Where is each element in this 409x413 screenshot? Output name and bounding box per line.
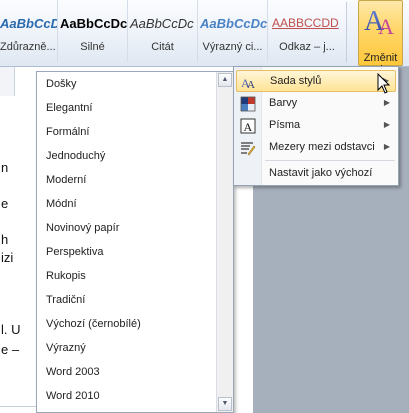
svg-text:A: A <box>244 120 253 134</box>
style-sample: AaBbCcDc <box>130 16 194 31</box>
style-set-icon: A A <box>241 76 255 90</box>
list-item[interactable]: Word 2010 <box>46 384 141 408</box>
list-item[interactable]: Výchozí (černobílé) <box>46 312 141 336</box>
list-item[interactable]: Tradiční <box>46 288 141 312</box>
list-item[interactable]: Došky <box>46 72 141 96</box>
style-sample: AaBbCcDc <box>200 16 268 31</box>
style-tile-emphasis[interactable]: AaBbCcDc Zdůrazně... <box>0 0 58 62</box>
document-text: h <box>1 232 9 247</box>
menu-item-style-set[interactable]: A A Sada stylů ▶ <box>236 70 396 92</box>
fonts-icon: A <box>240 118 256 134</box>
list-item[interactable]: Výrazný <box>46 336 141 360</box>
menu-item-paragraph-spacing[interactable]: Mezery mezi odstavci ▶ <box>236 137 396 159</box>
submenu-arrow-icon: ▶ <box>383 98 390 107</box>
list-item[interactable]: Módní <box>46 192 141 216</box>
menu-item-label: Mezery mezi odstavci <box>269 141 375 153</box>
ribbon: AaBbCcDc Zdůrazně... AaBbCcDc Silné AaBb… <box>0 0 409 76</box>
change-styles-aa-icon: A A <box>364 6 394 39</box>
document-text: l. U <box>1 322 21 337</box>
list-item[interactable]: Elegantní <box>46 96 141 120</box>
document-text: izi <box>1 250 14 265</box>
style-name: Zdůrazně... <box>0 41 56 53</box>
document-text: e – <box>1 342 20 357</box>
style-sample: AaBbCcDc <box>60 16 128 31</box>
paragraph-spacing-icon <box>241 142 256 156</box>
document-text: e <box>1 196 9 211</box>
style-name: Citát <box>151 41 174 53</box>
list-item[interactable]: Formální <box>46 120 141 144</box>
style-sets-list: Došky Elegantní Formální Jednoduchý Mode… <box>36 71 234 413</box>
list-item[interactable]: Perspektiva <box>46 240 141 264</box>
scroll-down-icon[interactable]: ▼ <box>218 397 232 411</box>
submenu-arrow-icon: ▶ <box>383 120 390 129</box>
change-styles-menu: A A Sada stylů ▶ Barvy ▶ A Písma ▶ Mezer… <box>233 66 399 186</box>
style-sets-items: Došky Elegantní Formální Jednoduchý Mode… <box>46 72 141 408</box>
style-tile-intense-quote[interactable]: AaBbCcDc Výrazný ci... <box>198 0 268 62</box>
list-item[interactable]: Word 2003 <box>46 360 141 384</box>
mouse-cursor-icon <box>377 73 391 94</box>
list-item[interactable]: Jednoduchý <box>46 144 141 168</box>
list-item[interactable]: Rukopis <box>46 264 141 288</box>
menu-item-set-as-default[interactable]: Nastavit jako výchozí <box>236 163 396 185</box>
scroll-up-icon[interactable]: ▲ <box>218 73 232 87</box>
menu-separator <box>265 160 395 161</box>
style-name: Výrazný ci... <box>202 41 263 53</box>
style-tile-strong[interactable]: AaBbCcDc Silné <box>58 0 128 62</box>
svg-text:A: A <box>247 79 255 90</box>
menu-item-label: Barvy <box>269 97 298 109</box>
style-name: Silné <box>80 41 105 53</box>
page-divider <box>0 406 36 407</box>
menu-item-colors[interactable]: Barvy ▶ <box>236 93 396 115</box>
style-name: Odkaz – j... <box>279 41 335 53</box>
list-item[interactable]: Moderní <box>46 168 141 192</box>
menu-item-label: Písma <box>269 119 301 131</box>
style-sample: AABBCCDD <box>272 16 339 30</box>
menu-item-label: Nastavit jako výchozí <box>269 167 373 179</box>
submenu-arrow-icon: ▶ <box>383 142 390 151</box>
document-page[interactable]: n e h izi l. U e – <box>0 96 36 413</box>
change-styles-button[interactable]: A A Změnit styly ▾ <box>358 0 403 76</box>
style-tile-reference[interactable]: AABBCCDD Odkaz – j... <box>268 0 346 62</box>
styles-gallery-scrollbar[interactable] <box>346 2 358 62</box>
style-sample: AaBbCcDc <box>0 16 57 31</box>
document-text: n <box>1 160 9 175</box>
menu-item-label: Sada stylů <box>270 75 322 87</box>
colors-icon <box>240 96 256 112</box>
style-tile-quote[interactable]: AaBbCcDc Citát <box>128 0 198 62</box>
svg-text:A: A <box>378 14 394 39</box>
menu-item-fonts[interactable]: A Písma ▶ <box>236 115 396 137</box>
list-item[interactable]: Novinový papír <box>46 216 141 240</box>
list-scrollbar[interactable]: ▲ ▼ <box>216 72 233 412</box>
